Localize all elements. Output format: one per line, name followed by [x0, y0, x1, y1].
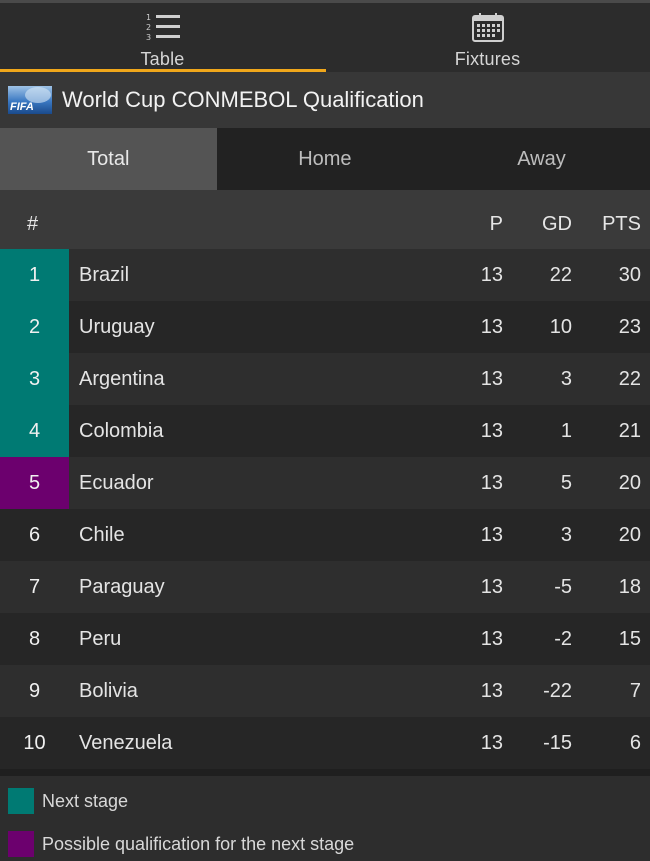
table-row[interactable]: 8 Peru 13 -2 15: [0, 613, 650, 665]
position-cell: 10: [23, 731, 46, 754]
played-cell: 13: [480, 628, 503, 650]
legend-item-possible-qualification: Possible qualification for the next stag…: [8, 831, 354, 857]
col-header-points: PTS: [602, 213, 641, 235]
team-name: Uruguay: [79, 316, 155, 338]
competition-header: FIFA World Cup CONMEBOL Qualification: [0, 72, 650, 128]
played-cell: 13: [480, 732, 503, 754]
position-cell: 2: [0, 301, 69, 353]
table-row[interactable]: 6 Chile 13 3 20: [0, 509, 650, 561]
points-cell: 20: [618, 524, 641, 546]
team-name: Chile: [79, 524, 125, 546]
segmented-control: Total Home Away: [0, 128, 650, 190]
position-cell: 3: [0, 353, 69, 405]
divider: [0, 190, 650, 197]
table-row[interactable]: 2 Uruguay 13 10 23: [0, 301, 650, 353]
goal-difference-cell: 3: [560, 524, 572, 546]
svg-text:1: 1: [146, 13, 151, 22]
bottom-tab-bar: 1 2 3 Table Fixtures: [0, 3, 650, 72]
team-name: Brazil: [79, 264, 130, 286]
calendar-icon: [471, 13, 504, 42]
team-name: Paraguay: [79, 576, 165, 598]
goal-difference-cell: 3: [560, 368, 572, 390]
legend-swatch: [8, 831, 34, 857]
position-cell: 5: [0, 457, 69, 509]
goal-difference-cell: 5: [560, 472, 572, 494]
table-row[interactable]: 10 Venezuela 13 -15 6: [0, 717, 650, 769]
team-name: Venezuela: [79, 732, 173, 754]
legend-item-next-stage: Next stage: [8, 788, 128, 814]
played-cell: 13: [480, 576, 503, 598]
legend: Next stage Possible qualification for th…: [0, 776, 650, 861]
table-row[interactable]: 7 Paraguay 13 -5 18: [0, 561, 650, 613]
goal-difference-cell: 22: [549, 264, 572, 286]
legend-label: Next stage: [42, 790, 129, 811]
goal-difference-cell: -22: [543, 680, 572, 702]
divider: [0, 769, 650, 776]
goal-difference-cell: 1: [560, 420, 572, 442]
segment-home[interactable]: Home: [217, 128, 434, 190]
points-cell: 7: [629, 680, 641, 702]
standings-table: 1 Brazil 13 22 30 2 Uruguay 13 10 23 3 A…: [0, 249, 650, 769]
points-cell: 21: [618, 420, 641, 442]
goal-difference-cell: -15: [543, 732, 572, 754]
segment-total[interactable]: Total: [0, 128, 217, 190]
team-name: Argentina: [79, 368, 165, 390]
points-cell: 18: [618, 576, 641, 598]
col-header-goal-difference: GD: [542, 213, 572, 235]
goal-difference-cell: 10: [549, 316, 572, 338]
position-cell: 1: [0, 249, 69, 301]
svg-text:3: 3: [146, 33, 151, 42]
page-title: World Cup CONMEBOL Qualification: [62, 87, 424, 112]
team-name: Bolivia: [79, 680, 138, 702]
goal-difference-cell: -5: [554, 576, 572, 598]
points-cell: 6: [629, 732, 641, 754]
played-cell: 13: [480, 264, 503, 286]
col-header-played: P: [489, 213, 503, 235]
table-row[interactable]: 9 Bolivia 13 -22 7: [0, 665, 650, 717]
fifa-logo: FIFA: [8, 86, 52, 114]
points-cell: 22: [618, 368, 641, 390]
legend-swatch: [8, 788, 34, 814]
played-cell: 13: [480, 368, 503, 390]
team-name: Colombia: [79, 420, 164, 442]
col-header-position: #: [27, 213, 39, 235]
svg-text:FIFA: FIFA: [10, 101, 34, 113]
played-cell: 13: [480, 472, 503, 494]
points-cell: 30: [618, 264, 641, 286]
position-cell: 4: [0, 405, 69, 457]
tab-table-label: Table: [140, 49, 185, 69]
legend-label: Possible qualification for the next stag…: [42, 833, 355, 854]
points-cell: 15: [618, 628, 641, 650]
tab-fixtures[interactable]: Fixtures: [325, 3, 650, 72]
position-cell: 6: [28, 523, 41, 546]
played-cell: 13: [480, 420, 503, 442]
played-cell: 13: [480, 316, 503, 338]
team-name: Ecuador: [79, 472, 154, 494]
tab-table[interactable]: 1 2 3 Table: [0, 3, 326, 72]
team-name: Peru: [79, 628, 122, 650]
played-cell: 13: [480, 680, 503, 702]
position-cell: 8: [28, 627, 41, 650]
points-cell: 23: [618, 316, 641, 338]
table-row[interactable]: 4 Colombia 13 1 21: [0, 405, 650, 457]
segment-away[interactable]: Away: [433, 128, 650, 190]
goal-difference-cell: -2: [554, 628, 572, 650]
table-row[interactable]: 1 Brazil 13 22 30: [0, 249, 650, 301]
table-row[interactable]: 5 Ecuador 13 5 20: [0, 457, 650, 509]
points-cell: 20: [618, 472, 641, 494]
position-cell: 7: [28, 575, 41, 598]
svg-text:2: 2: [146, 23, 151, 32]
table-header: # P GD PTS: [0, 197, 650, 249]
tab-fixtures-label: Fixtures: [454, 49, 521, 69]
ranked-list-icon: 1 2 3: [146, 13, 180, 42]
played-cell: 13: [480, 524, 503, 546]
position-cell: 9: [28, 679, 41, 702]
table-row[interactable]: 3 Argentina 13 3 22: [0, 353, 650, 405]
